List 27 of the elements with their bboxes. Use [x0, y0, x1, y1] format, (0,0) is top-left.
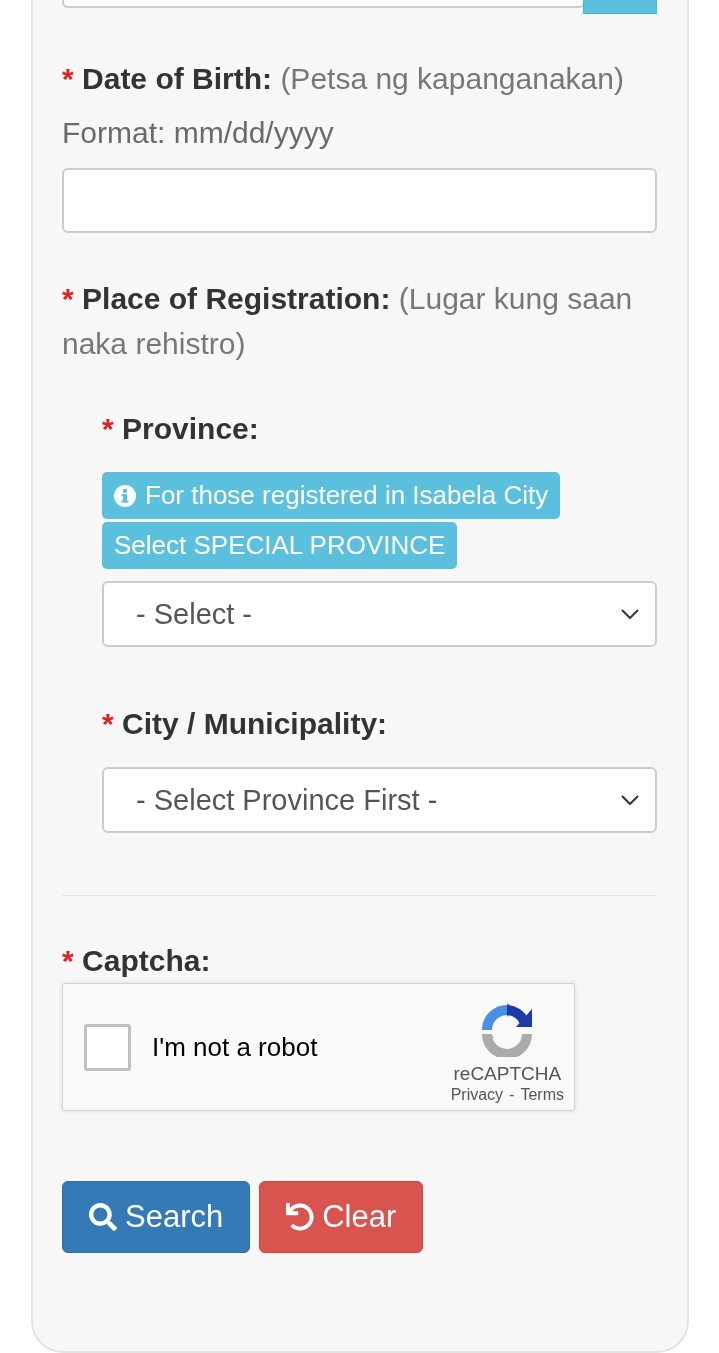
footer-link[interactable]: Privacy — [450, 1085, 504, 1105]
notice-text: For those registered in Isabela City — [145, 480, 549, 511]
link-separator: - — [509, 1085, 515, 1105]
brand-text: reCAPTCHA — [453, 1063, 562, 1085]
notice-text: Select SPECIAL PROVINCE — [114, 530, 446, 561]
search-icon — [89, 1203, 117, 1231]
search-button[interactable]: Search — [62, 1181, 251, 1253]
chevron-down-icon — [621, 609, 639, 619]
checkbox[interactable] — [84, 1023, 131, 1071]
field-label: * Province: — [102, 411, 260, 447]
input-field[interactable] — [62, 0, 585, 8]
info-icon — [114, 484, 136, 507]
footer-link[interactable]: Terms — [520, 1085, 564, 1105]
dropdown-select[interactable]: - Select - — [102, 581, 657, 647]
addon-button[interactable] — [583, 0, 657, 14]
circular-arrows-icon — [480, 1003, 535, 1057]
chevron-down-icon — [621, 795, 639, 805]
checkbox-label: I'm not a robot — [152, 1031, 318, 1063]
rotate-left-icon — [286, 1203, 315, 1231]
field-label: * Date of Birth: (Petsa ng kapanganakan) — [62, 61, 625, 97]
field-label: * Place of Registration: (Lugar kung saan naka rehistro) — [62, 281, 634, 362]
field-label: * City / Municipality: — [102, 706, 389, 742]
field-label: * Captcha: — [62, 943, 212, 979]
date-input-field[interactable] — [62, 168, 657, 233]
dropdown-select[interactable]: - Select Province First - — [102, 767, 657, 833]
help-text: Format: mm/dd/yyyy — [62, 115, 335, 151]
clear-button[interactable]: Clear — [259, 1181, 424, 1253]
